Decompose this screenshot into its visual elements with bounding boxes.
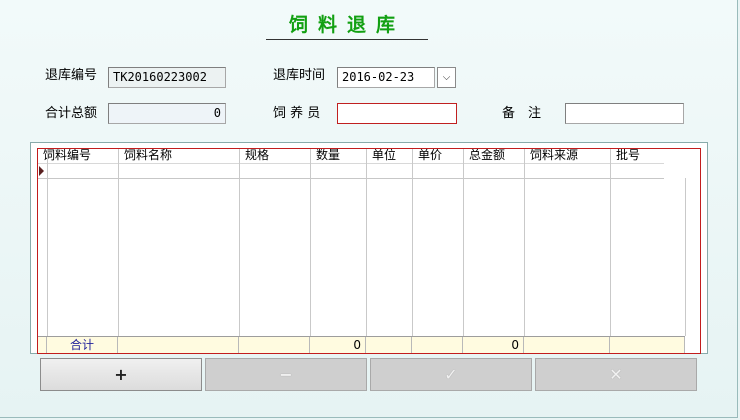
- minus-icon: −: [279, 365, 293, 384]
- total-amount-label: 合计总额: [45, 106, 98, 121]
- col-quantity[interactable]: 数量: [311, 148, 367, 163]
- grid-divider: [463, 148, 464, 336]
- grid-divider: [310, 148, 311, 336]
- grid-divider: [610, 148, 611, 336]
- col-feed-code[interactable]: 饲料编号: [38, 148, 119, 163]
- col-feed-name[interactable]: 饲料名称: [119, 148, 240, 163]
- grid-header: 饲料编号 饲料名称 规格 数量 单位 单价 总金额 饲料来源 批号: [38, 148, 664, 163]
- col-unit-price[interactable]: 单价: [413, 148, 464, 163]
- total-amount-field[interactable]: 0: [108, 103, 226, 124]
- return-no-label: 退库编号: [45, 68, 98, 83]
- return-no-field[interactable]: TK20160223002: [108, 67, 226, 88]
- total-amount-sum: 0: [463, 337, 524, 354]
- close-icon: ✕: [609, 365, 623, 384]
- cancel-button[interactable]: ✕: [535, 358, 697, 391]
- total-cell: [118, 337, 239, 354]
- page-title: 饲料退库: [266, 12, 428, 40]
- grid-total-row: 合计 0 0: [38, 336, 685, 354]
- total-quantity: 0: [310, 337, 366, 354]
- total-cell: [239, 337, 310, 354]
- col-feed-source[interactable]: 饲料来源: [525, 148, 611, 163]
- grid-divider: [524, 148, 525, 336]
- grid-divider: [47, 148, 48, 336]
- remark-label: 备 注: [502, 106, 542, 121]
- col-spec[interactable]: 规格: [240, 148, 311, 163]
- total-cell: [524, 337, 610, 354]
- keeper-label: 饲 养 员: [273, 106, 321, 121]
- col-unit[interactable]: 单位: [367, 148, 413, 163]
- total-cell: [366, 337, 412, 354]
- plus-icon: +: [114, 365, 128, 384]
- chevron-down-icon[interactable]: ⌵: [437, 67, 456, 88]
- total-cell: [610, 337, 685, 354]
- total-label: 合计: [47, 337, 118, 354]
- confirm-button[interactable]: ✓: [370, 358, 532, 391]
- grid-divider: [239, 148, 240, 336]
- return-time-label: 退库时间: [273, 68, 326, 83]
- add-row-button[interactable]: +: [40, 358, 202, 391]
- col-batch-no[interactable]: 批号: [611, 148, 664, 163]
- remark-field[interactable]: [565, 103, 684, 124]
- grid-divider: [412, 148, 413, 336]
- total-cell: [412, 337, 463, 354]
- table-row[interactable]: [38, 163, 664, 179]
- remove-row-button[interactable]: −: [205, 358, 367, 391]
- return-time-field[interactable]: 2016-02-23: [337, 67, 435, 88]
- grid-divider: [685, 178, 686, 336]
- keeper-field[interactable]: [337, 103, 457, 124]
- grid-divider: [118, 148, 119, 336]
- check-icon: ✓: [444, 365, 458, 384]
- col-total-amount[interactable]: 总金额: [464, 148, 525, 163]
- grid-divider: [366, 148, 367, 336]
- total-indicator-cell: [38, 337, 47, 354]
- row-pointer-icon: [39, 166, 44, 176]
